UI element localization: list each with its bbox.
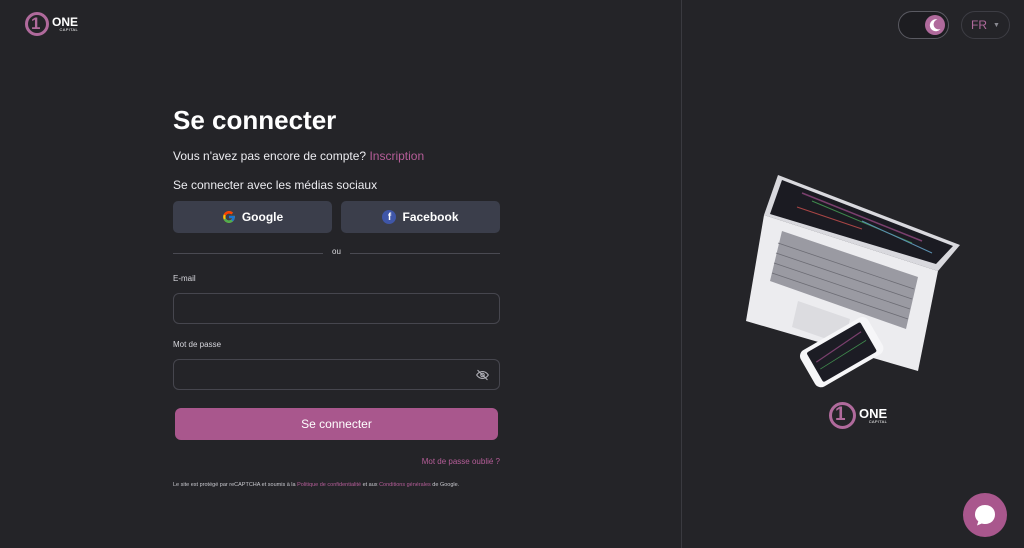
page-title: Se connecter [173,105,337,135]
login-panel: 1 ONE CAPITAL Se connecter Vous n'avez p… [0,0,681,548]
brand-logo[interactable]: 1 ONE CAPITAL [25,12,78,36]
email-field-wrapper [173,293,500,324]
signup-link[interactable]: Inscription [369,149,424,163]
laptop-phone-illustration [746,175,960,388]
google-icon [222,211,235,223]
chat-bubble-icon [975,505,995,526]
google-button[interactable]: Google [173,201,332,233]
social-label: Se connecter avec les médias sociaux [173,178,378,192]
password-field[interactable] [174,360,499,389]
recaptcha-notice: Le site est protégé par reCAPTCHA et sou… [173,482,460,488]
signup-prompt: Vous n'avez pas encore de compte? Inscri… [173,149,425,163]
illustration-logo: 1 ONE CAPITAL [829,402,887,429]
social-buttons: Google f Facebook [173,201,500,233]
email-field[interactable] [174,294,499,323]
moon-icon [925,15,945,35]
email-label: E-mail [173,274,196,283]
privacy-policy-link[interactable]: Politique de confidentialité [297,482,361,488]
password-label: Mot de passe [173,340,222,349]
language-value: FR [971,18,988,32]
theme-toggle[interactable] [898,11,949,39]
chat-button[interactable] [963,493,1007,537]
logo-circle-icon: 1 [829,402,856,429]
facebook-button[interactable]: f Facebook [341,201,500,233]
logo-circle-icon: 1 [25,12,49,36]
forgot-password-link[interactable]: Mot de passe oublié ? [422,457,500,466]
language-selector[interactable]: FR ▼ [961,11,1010,39]
chevron-down-icon: ▼ [993,21,1000,29]
terms-link[interactable]: Conditions générales [379,482,431,488]
submit-button[interactable]: Se connecter [175,408,498,440]
or-divider: ou [173,247,500,258]
eye-slash-icon[interactable] [475,368,490,382]
password-field-wrapper [173,359,500,390]
facebook-icon: f [382,210,397,224]
login-form: Se connecter Vous n'avez pas encore de c… [173,100,500,489]
